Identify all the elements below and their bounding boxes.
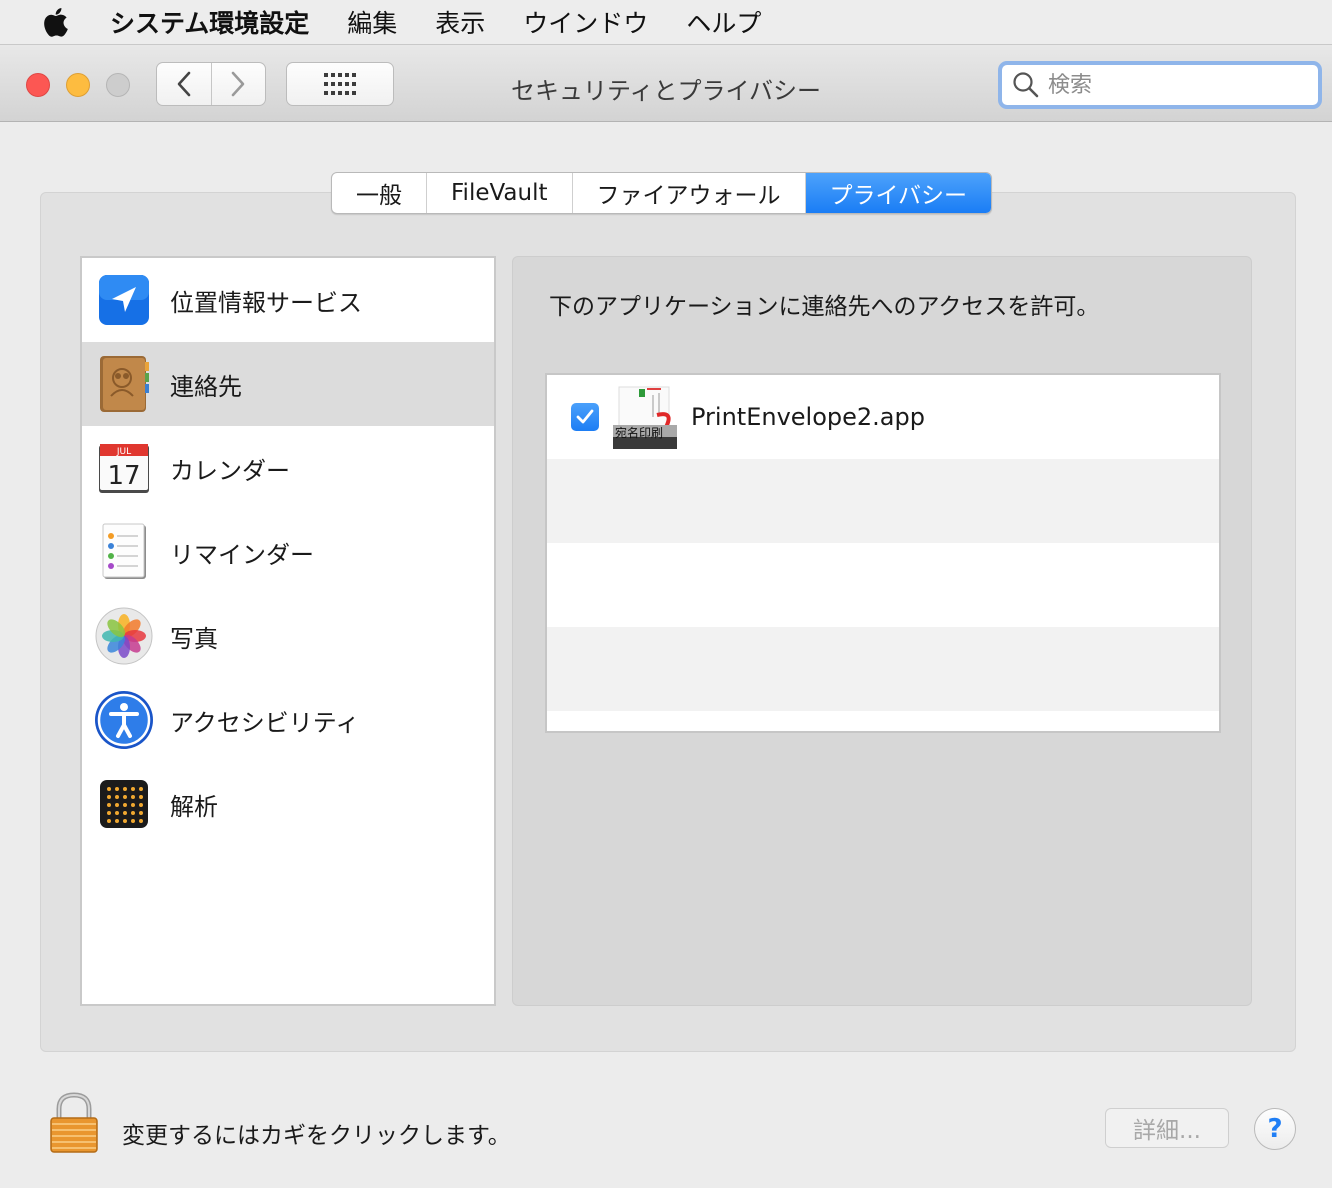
empty-row xyxy=(547,459,1219,543)
menu-app-name[interactable]: システム環境設定 xyxy=(110,4,309,40)
lock-icon[interactable] xyxy=(48,1092,100,1154)
details-button[interactable]: 詳細... xyxy=(1105,1108,1229,1148)
app-access-list: 宛名印刷 PrintEnvelope2.app xyxy=(545,373,1221,733)
calendar-day: 17 xyxy=(107,461,140,491)
accessibility-icon xyxy=(94,690,154,750)
calendar-icon: JUL 17 xyxy=(94,438,154,498)
show-all-button[interactable] xyxy=(286,62,394,106)
help-button[interactable]: ? xyxy=(1254,1108,1296,1150)
chevron-left-icon xyxy=(177,71,191,97)
calendar-month: JUL xyxy=(116,447,131,457)
search-icon xyxy=(1013,72,1039,98)
grid-dots-icon xyxy=(324,73,356,95)
minimize-button[interactable] xyxy=(66,73,90,97)
back-button[interactable] xyxy=(157,63,211,105)
search-input[interactable] xyxy=(1048,72,1298,98)
sidebar-item-analytics[interactable]: 解析 xyxy=(82,762,494,846)
tab-general[interactable]: 一般 xyxy=(332,173,426,213)
forward-button[interactable] xyxy=(210,63,265,105)
sidebar-item-label: リマインダー xyxy=(170,540,314,569)
window-toolbar: セキュリティとプライバシー xyxy=(0,44,1332,122)
zoom-button[interactable] xyxy=(106,73,130,97)
close-button[interactable] xyxy=(26,73,50,97)
photos-flower-icon xyxy=(94,606,154,666)
sidebar-item-reminders[interactable]: リマインダー xyxy=(82,510,494,594)
empty-row xyxy=(547,627,1219,711)
sidebar-item-label: 解析 xyxy=(170,792,218,821)
empty-row xyxy=(547,543,1219,627)
sidebar-item-label: 連絡先 xyxy=(170,372,242,401)
privacy-category-list: 位置情報サービス 連絡先 JUL 17 カレンダー リマインダー 写真 アクセシ… xyxy=(80,256,496,1006)
menu-window[interactable]: ウインドウ xyxy=(523,4,648,40)
app-name: PrintEnvelope2.app xyxy=(691,403,925,431)
sidebar-item-location-services[interactable]: 位置情報サービス xyxy=(82,258,494,342)
location-arrow-icon xyxy=(94,270,154,330)
sidebar-item-calendar[interactable]: JUL 17 カレンダー xyxy=(82,426,494,510)
sidebar-item-label: カレンダー xyxy=(170,456,290,485)
menu-help[interactable]: ヘルプ xyxy=(686,4,761,40)
tab-bar: 一般 FileVault ファイアウォール プライバシー xyxy=(331,172,993,214)
app-row[interactable]: 宛名印刷 PrintEnvelope2.app xyxy=(547,375,1219,459)
navigation-buttons xyxy=(156,62,266,106)
sidebar-item-accessibility[interactable]: アクセシビリティ xyxy=(82,678,494,762)
tab-firewall[interactable]: ファイアウォール xyxy=(571,173,805,213)
analytics-grid-icon xyxy=(94,774,154,834)
checkmark-icon xyxy=(576,409,594,424)
chevron-right-icon xyxy=(232,71,245,97)
app-icon-label: 宛名印刷 xyxy=(615,425,663,440)
sidebar-item-contacts[interactable]: 連絡先 xyxy=(82,342,494,426)
sidebar-item-label: 位置情報サービス xyxy=(170,288,362,317)
menu-edit[interactable]: 編集 xyxy=(347,4,397,40)
tab-filevault[interactable]: FileVault xyxy=(426,173,572,213)
lock-instruction: 変更するにはカギをクリックします。 xyxy=(122,1123,511,1149)
contacts-book-icon xyxy=(94,354,154,414)
menu-view[interactable]: 表示 xyxy=(435,4,485,40)
sidebar-item-label: 写真 xyxy=(170,624,218,653)
tab-privacy[interactable]: プライバシー xyxy=(804,173,992,213)
print-envelope-app-icon: 宛名印刷 xyxy=(613,385,677,449)
search-field[interactable] xyxy=(998,61,1322,109)
menu-bar: システム環境設定 編集 表示 ウインドウ ヘルプ xyxy=(0,0,1332,44)
apple-logo-icon[interactable] xyxy=(38,5,72,39)
sidebar-item-photos[interactable]: 写真 xyxy=(82,594,494,678)
reminders-icon xyxy=(94,522,154,582)
privacy-detail-pane: 下のアプリケーションに連絡先へのアクセスを許可。 宛名印刷 PrintEnvel… xyxy=(512,256,1252,1006)
access-description: 下のアプリケーションに連絡先へのアクセスを許可。 xyxy=(549,294,1100,320)
app-access-checkbox[interactable] xyxy=(571,403,599,431)
sidebar-item-label: アクセシビリティ xyxy=(170,708,360,737)
